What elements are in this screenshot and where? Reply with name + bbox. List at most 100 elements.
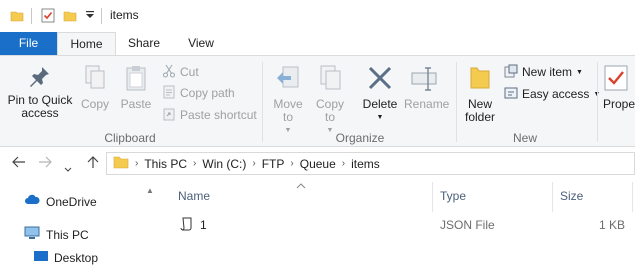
copy-path-button[interactable]: Copy path (162, 83, 235, 103)
tab-share[interactable]: Share (118, 32, 170, 55)
pin-icon (4, 64, 76, 94)
rename-button[interactable]: Rename (404, 64, 450, 111)
table-row[interactable]: 1 JSON File 1 KB (156, 214, 635, 236)
sidebar-item-desktop[interactable]: Desktop (34, 250, 98, 265)
up-arrow-icon[interactable] (86, 155, 100, 172)
breadcrumb-chevron-icon[interactable]: › (342, 158, 345, 169)
breadcrumb-drive[interactable]: Win (C:) (202, 157, 246, 171)
breadcrumb-items[interactable]: items (351, 157, 380, 171)
breadcrumb-chevron-icon[interactable]: › (135, 158, 138, 169)
paste-shortcut-button[interactable]: Paste shortcut (162, 105, 257, 125)
breadcrumb-chevron-icon[interactable]: › (290, 158, 293, 169)
ribbon-tabs: File Home Share View (0, 32, 635, 56)
divider (101, 8, 102, 24)
column-divider[interactable] (432, 182, 433, 212)
ribbon: Pin to Quick access Copy Paste Cut Copy … (0, 55, 635, 147)
back-arrow-icon[interactable] (12, 155, 26, 172)
sidebar-item-label: OneDrive (46, 194, 97, 209)
delete-button[interactable]: Delete ▼ (358, 64, 402, 124)
customize-dropdown-icon[interactable] (86, 10, 94, 22)
tab-home[interactable]: Home (57, 32, 116, 56)
sidebar-item-label: This PC (46, 227, 89, 242)
pin-to-quick-access-button[interactable]: Pin to Quick access (4, 64, 76, 120)
new-folder-label: New folder (464, 97, 496, 124)
sidebar-item-this-pc[interactable]: This PC (24, 226, 89, 243)
folder-icon (113, 155, 129, 172)
properties-icon[interactable] (41, 8, 55, 23)
tab-file[interactable]: File (0, 32, 57, 55)
navigation-pane: ▲ OneDrive This PC Desktop (0, 178, 156, 266)
paste-shortcut-label: Paste shortcut (180, 108, 257, 122)
copy-to-button[interactable]: Copy to ▼ (312, 64, 348, 137)
column-header-size[interactable]: Size (560, 189, 583, 203)
new-item-button[interactable]: New item ▼ (504, 62, 583, 82)
cut-button[interactable]: Cut (162, 62, 199, 82)
file-list: Name Type Size 1 JSON File 1 KB (156, 178, 635, 266)
breadcrumb-ftp[interactable]: FTP (262, 157, 285, 171)
properties-button[interactable]: Prope (603, 64, 635, 111)
window-title: items (110, 8, 139, 22)
navigation-bar: › This PC › Win (C:) › FTP › Queue › ite… (0, 148, 635, 178)
easy-access-label: Easy access (522, 87, 590, 101)
paste-shortcut-icon (162, 107, 176, 124)
move-to-button[interactable]: Move to ▼ (270, 64, 306, 137)
copy-icon (78, 64, 112, 98)
json-file-icon (180, 216, 194, 235)
group-divider (262, 62, 263, 142)
copy-to-label: Copy to (315, 97, 344, 124)
breadcrumb-queue[interactable]: Queue (300, 157, 336, 171)
divider (31, 8, 32, 24)
forward-arrow-icon[interactable] (38, 155, 52, 172)
tab-view[interactable]: View (172, 32, 230, 55)
address-bar[interactable]: › This PC › Win (C:) › FTP › Queue › ite… (106, 152, 635, 175)
paste-label: Paste (120, 97, 152, 111)
group-divider (597, 62, 598, 142)
new-folder-button[interactable]: New folder (460, 64, 500, 124)
column-header-name[interactable]: Name (178, 189, 210, 203)
copy-to-icon (312, 64, 348, 98)
sidebar-item-label: Desktop (54, 250, 99, 265)
easy-access-button[interactable]: Easy access ▼ (504, 84, 600, 104)
paste-button[interactable]: Paste (118, 64, 154, 111)
dropdown-arrow-icon: ▼ (576, 68, 583, 76)
dropdown-arrow-icon: ▼ (284, 127, 292, 134)
column-divider[interactable] (552, 182, 553, 212)
scissors-icon (162, 64, 176, 81)
new-group-label: New (512, 131, 537, 145)
folder-icon (10, 9, 24, 23)
column-divider[interactable] (632, 182, 633, 212)
pin-label: Pin to Quick access (7, 93, 73, 120)
move-to-icon (270, 64, 306, 98)
delete-x-icon (358, 64, 402, 98)
rename-icon (404, 64, 446, 98)
move-to-label: Move to (273, 97, 303, 124)
new-folder-icon[interactable] (63, 9, 77, 23)
new-item-icon (504, 64, 518, 81)
clipboard-group-label: Clipboard (104, 131, 156, 145)
file-size: 1 KB (598, 218, 625, 232)
new-item-label: New item (522, 65, 573, 79)
properties-check-icon (603, 64, 635, 98)
recent-locations-chevron-icon[interactable] (64, 160, 72, 176)
copy-path-icon (162, 85, 176, 102)
sort-chevron-icon (296, 178, 306, 192)
cut-label: Cut (180, 65, 199, 79)
scroll-up-arrow-icon[interactable]: ▲ (146, 186, 154, 195)
group-divider (456, 62, 457, 142)
copy-path-label: Copy path (180, 86, 235, 100)
copy-button[interactable]: Copy (78, 64, 112, 111)
desktop-icon (34, 250, 48, 265)
breadcrumb-this-pc[interactable]: This PC (144, 157, 187, 171)
title-bar: items (0, 0, 635, 32)
column-header-type[interactable]: Type (440, 189, 466, 203)
organize-group-label: Organize (335, 131, 385, 145)
sidebar-item-onedrive[interactable]: OneDrive (24, 194, 97, 209)
rename-label: Rename (404, 97, 450, 111)
file-type: JSON File (440, 218, 495, 232)
properties-label: Prope (603, 97, 635, 111)
breadcrumb-chevron-icon[interactable]: › (193, 158, 196, 169)
copy-label: Copy (80, 97, 109, 111)
breadcrumb-chevron-icon[interactable]: › (252, 158, 255, 169)
new-folder-icon (460, 64, 500, 98)
dropdown-arrow-icon: ▼ (376, 114, 384, 121)
